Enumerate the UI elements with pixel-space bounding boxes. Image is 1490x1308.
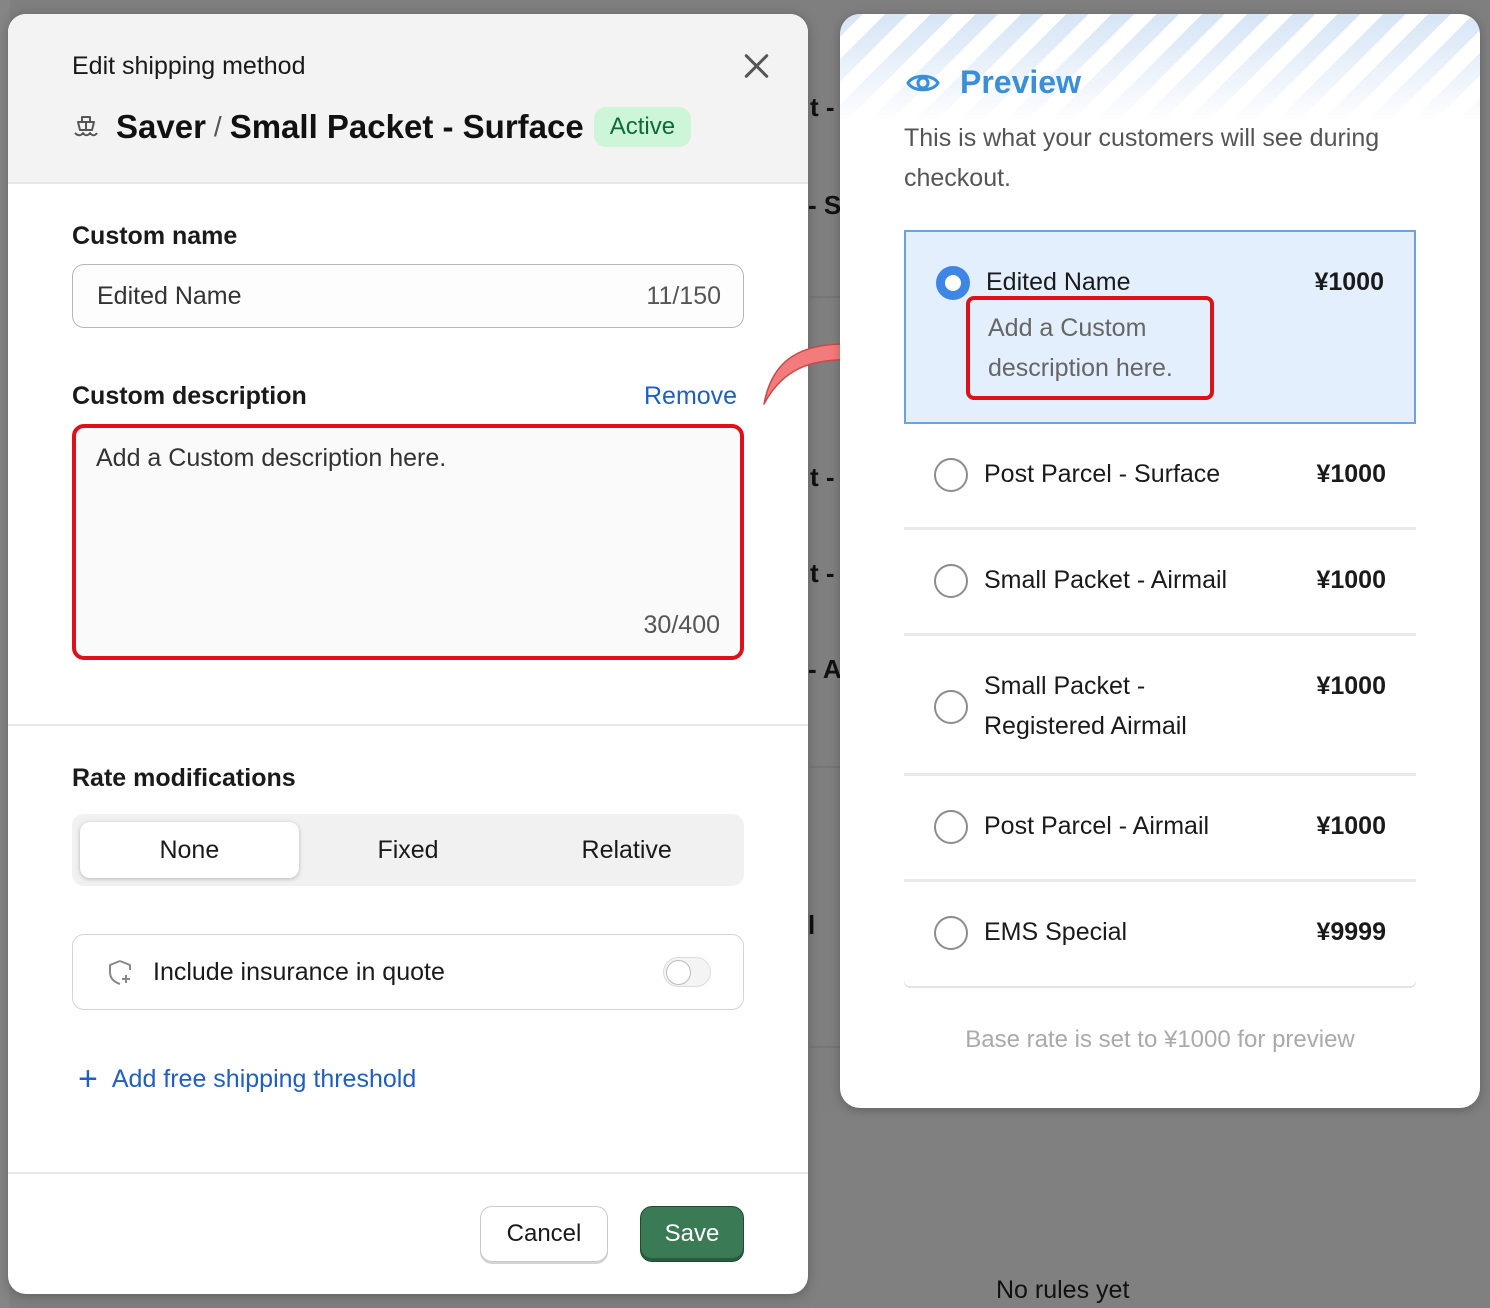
preview-title-row: Preview (906, 64, 1081, 101)
shipping-option[interactable]: EMS Special ¥9999 (904, 882, 1416, 986)
custom-description-label: Custom description (72, 382, 307, 410)
option-price: ¥1000 (1314, 268, 1384, 296)
background-text-fragment: t - (810, 558, 835, 588)
shipping-option[interactable]: Small Packet - Registered Airmail ¥1000 (904, 636, 1416, 776)
option-name: EMS Special (984, 918, 1128, 946)
background-text-fragment: t - (810, 92, 835, 122)
radio-unselected[interactable] (934, 916, 968, 950)
checkout-preview-card: Preview This is what your customers will… (840, 14, 1480, 1108)
preview-subtitle: This is what your customers will see dur… (904, 124, 1380, 192)
custom-description-value: Add a Custom description here. (96, 444, 447, 472)
add-free-shipping-threshold-button[interactable]: + Add free shipping threshold (78, 1062, 416, 1096)
shipping-option[interactable]: Post Parcel - Airmail ¥1000 (904, 776, 1416, 882)
option-name: Post Parcel - Surface (984, 460, 1221, 488)
title-method: Small Packet - Surface (229, 108, 584, 145)
custom-description-counter: 30/400 (643, 611, 720, 639)
title-separator: / (213, 111, 222, 142)
custom-description-textarea[interactable]: Add a Custom description here. 30/400 (72, 424, 744, 660)
shipping-option[interactable]: Post Parcel - Surface ¥1000 (904, 424, 1416, 530)
eye-icon (906, 74, 940, 91)
background-text-fragment: - S (808, 190, 842, 220)
radio-unselected[interactable] (934, 810, 968, 844)
option-price: ¥1000 (1316, 566, 1386, 594)
ship-icon (74, 116, 98, 137)
plus-icon: + (78, 1060, 98, 1098)
modal-kicker: Edit shipping method (72, 52, 306, 80)
option-name: Small Packet - Registered Airmail (984, 672, 1187, 740)
insurance-label: Include insurance in quote (153, 958, 445, 986)
remove-description-link[interactable]: Remove (644, 382, 737, 411)
option-name: Post Parcel - Airmail (984, 812, 1210, 840)
footer-divider (8, 1172, 808, 1174)
background-bottom-panel (810, 1112, 1490, 1308)
shield-plus-icon (109, 960, 131, 985)
option-price: ¥9999 (1316, 918, 1386, 946)
insurance-row: Include insurance in quote (72, 934, 744, 1010)
rate-modifications-segmented-control: None Fixed Relative (72, 814, 744, 886)
background-text-fragment: l (808, 910, 816, 940)
background-no-rules-text: No rules yet (996, 1276, 1130, 1304)
option-name: Small Packet - Airmail (984, 566, 1228, 594)
custom-name-value: Edited Name (97, 282, 242, 310)
radio-unselected[interactable] (934, 564, 968, 598)
option-price: ¥1000 (1316, 460, 1386, 488)
edit-shipping-modal: Edit shipping method Saver / Small Packe… (8, 14, 808, 1294)
status-badge: Active (593, 107, 692, 147)
title-carrier: Saver (116, 108, 206, 145)
rate-option-fixed[interactable]: Fixed (299, 822, 518, 878)
close-button[interactable] (740, 50, 772, 82)
custom-name-input[interactable]: Edited Name 11/150 (72, 264, 744, 328)
rate-option-relative[interactable]: Relative (517, 822, 736, 878)
option-description-highlight: Add a Custom description here. (966, 296, 1214, 400)
background-text-fragment: t - (810, 462, 835, 492)
cancel-button[interactable]: Cancel (480, 1206, 608, 1262)
insurance-toggle[interactable] (663, 957, 711, 987)
preview-footer-note: Base rate is set to ¥1000 for preview (965, 1026, 1355, 1053)
radio-unselected[interactable] (934, 458, 968, 492)
section-divider (8, 724, 808, 726)
radio-selected[interactable] (936, 266, 970, 300)
option-price: ¥1000 (1316, 812, 1386, 840)
option-price: ¥1000 (1316, 672, 1386, 700)
background-text-fragment: - A (808, 654, 842, 684)
modal-header: Edit shipping method Saver / Small Packe… (8, 14, 808, 184)
rate-modifications-label: Rate modifications (72, 764, 296, 792)
preview-title: Preview (960, 64, 1081, 100)
shipping-option-edited-name[interactable]: Edited Name ¥1000 Add a Custom descripti… (904, 230, 1416, 424)
add-threshold-label: Add free shipping threshold (111, 1064, 417, 1093)
radio-unselected[interactable] (934, 690, 968, 724)
custom-name-label: Custom name (72, 222, 238, 250)
rate-option-none[interactable]: None (80, 822, 299, 878)
shipping-option[interactable]: Small Packet - Airmail ¥1000 (904, 530, 1416, 636)
option-description: Add a Custom description here. (988, 314, 1173, 382)
save-button[interactable]: Save (640, 1206, 744, 1262)
custom-name-counter: 11/150 (646, 282, 721, 310)
modal-title: Saver / Small Packet - Surface Active (72, 106, 692, 148)
